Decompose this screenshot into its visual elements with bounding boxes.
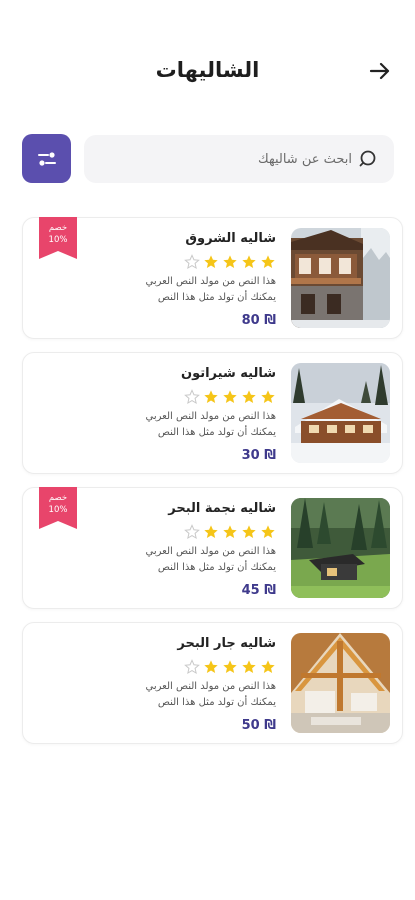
- star-filled-icon: [242, 255, 256, 268]
- star-empty-icon: [184, 659, 200, 675]
- description-line: هذا النص من مولد النص العربي: [145, 681, 276, 692]
- chalet-image: [291, 228, 390, 328]
- star-filled-icon: [223, 255, 237, 268]
- filter-icon: [37, 151, 56, 166]
- back-button[interactable]: [367, 58, 393, 84]
- chalet-image: [291, 363, 390, 463]
- badge-label: خصم: [48, 493, 68, 503]
- chalet-card[interactable]: شاليه الشروق هذا النص من مولد النص العرب…: [22, 217, 403, 339]
- star-filled-icon: [223, 660, 237, 673]
- chalet-info: شاليه جار البحر هذا النص من مولد النص ال…: [116, 635, 276, 735]
- chalet-description: هذا النص من مولد النص العربي يمكنك أن تو…: [116, 274, 276, 306]
- chalet-price: ₪ 45: [241, 583, 276, 598]
- chalet-info: شاليه نجمة البحر هذا النص من مولد النص ا…: [116, 500, 276, 600]
- description-line: يمكنك أن تولد مثل هذا النص: [157, 427, 276, 438]
- chalet-price: ₪ 80: [241, 313, 276, 328]
- discount-badge: خصم 10%: [39, 217, 77, 259]
- search-box[interactable]: [84, 135, 394, 183]
- chalet-title: شاليه نجمة البحر: [168, 501, 276, 516]
- description-line: يمكنك أن تولد مثل هذا النص: [157, 292, 276, 303]
- star-filled-icon: [223, 525, 237, 538]
- star-empty-icon: [184, 254, 200, 270]
- star-filled-icon: [204, 390, 218, 403]
- star-filled-icon: [204, 525, 218, 538]
- rating-stars: [116, 389, 276, 405]
- chalet-price: ₪ 50: [241, 718, 276, 733]
- star-filled-icon: [261, 660, 275, 673]
- badge-value: 10%: [48, 505, 68, 515]
- discount-badge: خصم 10%: [39, 487, 77, 529]
- chalet-description: هذا النص من مولد النص العربي يمكنك أن تو…: [116, 409, 276, 441]
- star-filled-icon: [261, 525, 275, 538]
- star-filled-icon: [242, 525, 256, 538]
- star-filled-icon: [204, 660, 218, 673]
- rating-stars: [116, 524, 276, 540]
- description-line: يمكنك أن تولد مثل هذا النص: [157, 697, 276, 708]
- search-icon: [358, 148, 380, 170]
- description-line: هذا النص من مولد النص العربي: [145, 411, 276, 422]
- chalet-description: هذا النص من مولد النص العربي يمكنك أن تو…: [116, 679, 276, 711]
- search-row: [22, 134, 394, 184]
- star-filled-icon: [204, 255, 218, 268]
- description-line: هذا النص من مولد النص العربي: [145, 546, 276, 557]
- chalet-image: [291, 633, 390, 733]
- chalet-title: شاليه شيراتون: [180, 366, 276, 381]
- arrow-right-icon: [369, 62, 390, 80]
- description-line: يمكنك أن تولد مثل هذا النص: [157, 562, 276, 573]
- badge-value: 10%: [48, 235, 68, 245]
- badge-label: خصم: [48, 223, 68, 233]
- page-title: الشاليهات: [155, 58, 260, 82]
- rating-stars: [116, 254, 276, 270]
- star-filled-icon: [242, 660, 256, 673]
- chalet-info: شاليه شيراتون هذا النص من مولد النص العر…: [116, 365, 276, 465]
- star-filled-icon: [261, 255, 275, 268]
- chalet-description: هذا النص من مولد النص العربي يمكنك أن تو…: [116, 544, 276, 576]
- chalet-card[interactable]: شاليه نجمة البحر هذا النص من مولد النص ا…: [22, 487, 403, 609]
- chalet-card[interactable]: شاليه جار البحر هذا النص من مولد النص ال…: [22, 622, 403, 744]
- description-line: هذا النص من مولد النص العربي: [145, 276, 276, 287]
- app-header: الشاليهات: [0, 52, 415, 92]
- star-filled-icon: [261, 390, 275, 403]
- chalet-title: شاليه الشروق: [185, 231, 276, 246]
- star-empty-icon: [184, 389, 200, 405]
- star-filled-icon: [223, 390, 237, 403]
- rating-stars: [116, 659, 276, 675]
- chalet-title: شاليه جار البحر: [177, 636, 276, 651]
- star-filled-icon: [242, 390, 256, 403]
- chalet-price: ₪ 30: [241, 448, 276, 463]
- star-empty-icon: [184, 524, 200, 540]
- chalet-image: [291, 498, 390, 598]
- search-input[interactable]: [112, 151, 352, 167]
- chalet-card[interactable]: شاليه شيراتون هذا النص من مولد النص العر…: [22, 352, 403, 474]
- filter-button[interactable]: [22, 134, 71, 183]
- chalet-info: شاليه الشروق هذا النص من مولد النص العرب…: [116, 230, 276, 330]
